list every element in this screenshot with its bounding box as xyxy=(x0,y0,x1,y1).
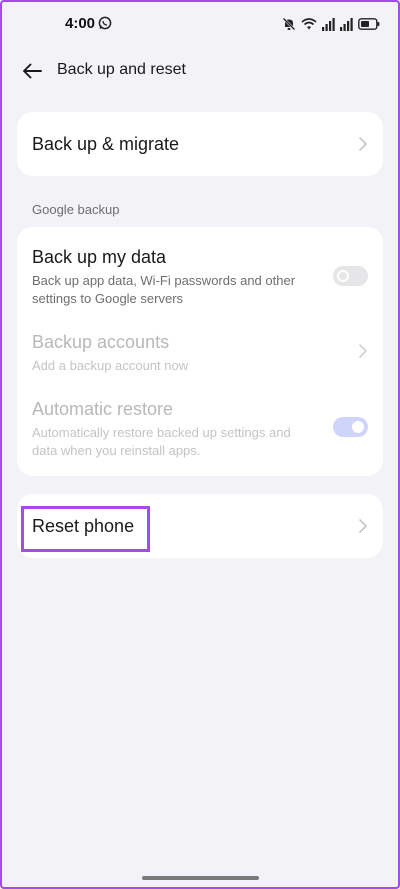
automatic-restore-row[interactable]: Automatic restore Automatically restore … xyxy=(17,392,383,472)
page-title: Back up and reset xyxy=(57,61,186,78)
google-backup-section-label: Google backup xyxy=(32,202,120,217)
home-indicator[interactable] xyxy=(142,876,259,880)
signal-icon xyxy=(322,17,335,31)
automatic-restore-toggle[interactable] xyxy=(333,417,368,437)
toggle-knob xyxy=(352,421,364,433)
status-icons xyxy=(282,16,380,32)
wifi-icon xyxy=(301,18,317,30)
backup-accounts-row[interactable]: Backup accounts Add a backup account now xyxy=(17,325,383,385)
status-bar: 4:00 xyxy=(0,12,400,36)
back-up-migrate-row[interactable]: Back up & migrate xyxy=(17,112,383,176)
back-up-my-data-toggle[interactable] xyxy=(333,266,368,286)
signal-icon xyxy=(340,17,353,31)
back-up-migrate-label: Back up & migrate xyxy=(32,134,180,154)
automatic-restore-label: Automatic restore xyxy=(32,399,174,419)
chevron-right-icon xyxy=(359,137,367,151)
app-bar: Back up and reset xyxy=(0,48,400,94)
back-up-my-data-row[interactable]: Back up my data Back up app data, Wi-Fi … xyxy=(17,227,383,312)
arrow-left-icon xyxy=(23,63,42,79)
back-button[interactable] xyxy=(18,58,46,84)
mute-icon xyxy=(282,17,296,31)
chevron-right-icon xyxy=(359,519,367,533)
backup-accounts-description: Add a backup account now xyxy=(32,358,189,373)
whatsapp-icon xyxy=(98,16,112,30)
google-backup-card: Back up my data Back up app data, Wi-Fi … xyxy=(17,227,383,476)
battery-icon xyxy=(358,18,380,30)
backup-accounts-label: Backup accounts xyxy=(32,332,170,352)
back-up-my-data-label: Back up my data xyxy=(32,247,167,267)
reset-phone-label: Reset phone xyxy=(32,516,135,536)
back-up-my-data-description: Back up app data, Wi-Fi passwords and ot… xyxy=(32,273,296,306)
chevron-right-icon xyxy=(359,344,367,358)
automatic-restore-description: Automatically restore backed up settings… xyxy=(32,425,291,458)
reset-phone-row[interactable]: Reset phone xyxy=(17,494,383,558)
status-time: 4:00 xyxy=(65,15,96,32)
toggle-knob xyxy=(337,270,349,282)
